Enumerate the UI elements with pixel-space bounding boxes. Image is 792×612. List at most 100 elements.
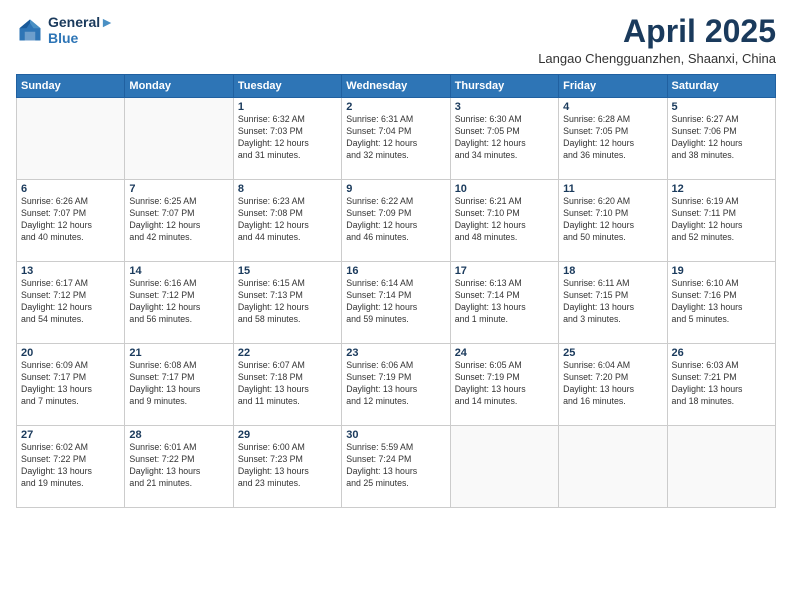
header-row: Sunday Monday Tuesday Wednesday Thursday…: [17, 75, 776, 98]
day-number: 21: [129, 347, 228, 359]
day-info: Sunrise: 6:00 AM Sunset: 7:23 PM Dayligh…: [238, 442, 337, 490]
day-info: Sunrise: 6:21 AM Sunset: 7:10 PM Dayligh…: [455, 196, 554, 244]
logo: General► Blue: [16, 14, 114, 46]
table-row: 8Sunrise: 6:23 AM Sunset: 7:08 PM Daylig…: [233, 180, 341, 262]
day-number: 27: [21, 429, 120, 441]
table-row: 16Sunrise: 6:14 AM Sunset: 7:14 PM Dayli…: [342, 262, 450, 344]
table-row: 10Sunrise: 6:21 AM Sunset: 7:10 PM Dayli…: [450, 180, 558, 262]
col-sunday: Sunday: [17, 75, 125, 98]
col-thursday: Thursday: [450, 75, 558, 98]
table-row: 14Sunrise: 6:16 AM Sunset: 7:12 PM Dayli…: [125, 262, 233, 344]
table-row: 25Sunrise: 6:04 AM Sunset: 7:20 PM Dayli…: [559, 344, 667, 426]
col-saturday: Saturday: [667, 75, 775, 98]
day-number: 23: [346, 347, 445, 359]
table-row: 7Sunrise: 6:25 AM Sunset: 7:07 PM Daylig…: [125, 180, 233, 262]
table-row: [667, 426, 775, 508]
table-row: 20Sunrise: 6:09 AM Sunset: 7:17 PM Dayli…: [17, 344, 125, 426]
table-row: 19Sunrise: 6:10 AM Sunset: 7:16 PM Dayli…: [667, 262, 775, 344]
table-row: 28Sunrise: 6:01 AM Sunset: 7:22 PM Dayli…: [125, 426, 233, 508]
table-row: 11Sunrise: 6:20 AM Sunset: 7:10 PM Dayli…: [559, 180, 667, 262]
day-info: Sunrise: 6:11 AM Sunset: 7:15 PM Dayligh…: [563, 278, 662, 326]
day-info: Sunrise: 6:04 AM Sunset: 7:20 PM Dayligh…: [563, 360, 662, 408]
location: Langao Chengguanzhen, Shaanxi, China: [538, 51, 776, 66]
day-info: Sunrise: 6:03 AM Sunset: 7:21 PM Dayligh…: [672, 360, 771, 408]
calendar-week-3: 13Sunrise: 6:17 AM Sunset: 7:12 PM Dayli…: [17, 262, 776, 344]
day-number: 9: [346, 183, 445, 195]
day-info: Sunrise: 6:20 AM Sunset: 7:10 PM Dayligh…: [563, 196, 662, 244]
day-info: Sunrise: 6:32 AM Sunset: 7:03 PM Dayligh…: [238, 114, 337, 162]
day-number: 11: [563, 183, 662, 195]
col-tuesday: Tuesday: [233, 75, 341, 98]
day-info: Sunrise: 6:01 AM Sunset: 7:22 PM Dayligh…: [129, 442, 228, 490]
day-number: 22: [238, 347, 337, 359]
table-row: [125, 98, 233, 180]
calendar-week-4: 20Sunrise: 6:09 AM Sunset: 7:17 PM Dayli…: [17, 344, 776, 426]
day-info: Sunrise: 6:13 AM Sunset: 7:14 PM Dayligh…: [455, 278, 554, 326]
day-info: Sunrise: 6:17 AM Sunset: 7:12 PM Dayligh…: [21, 278, 120, 326]
day-number: 28: [129, 429, 228, 441]
col-friday: Friday: [559, 75, 667, 98]
header: General► Blue April 2025 Langao Chenggua…: [16, 14, 776, 66]
day-info: Sunrise: 6:07 AM Sunset: 7:18 PM Dayligh…: [238, 360, 337, 408]
calendar-week-5: 27Sunrise: 6:02 AM Sunset: 7:22 PM Dayli…: [17, 426, 776, 508]
table-row: 2Sunrise: 6:31 AM Sunset: 7:04 PM Daylig…: [342, 98, 450, 180]
table-row: 12Sunrise: 6:19 AM Sunset: 7:11 PM Dayli…: [667, 180, 775, 262]
calendar-week-2: 6Sunrise: 6:26 AM Sunset: 7:07 PM Daylig…: [17, 180, 776, 262]
day-number: 5: [672, 101, 771, 113]
table-row: [17, 98, 125, 180]
day-number: 6: [21, 183, 120, 195]
day-number: 24: [455, 347, 554, 359]
day-info: Sunrise: 6:22 AM Sunset: 7:09 PM Dayligh…: [346, 196, 445, 244]
day-number: 20: [21, 347, 120, 359]
table-row: 13Sunrise: 6:17 AM Sunset: 7:12 PM Dayli…: [17, 262, 125, 344]
page: General► Blue April 2025 Langao Chenggua…: [0, 0, 792, 612]
day-info: Sunrise: 6:26 AM Sunset: 7:07 PM Dayligh…: [21, 196, 120, 244]
logo-icon: [16, 16, 44, 44]
day-number: 7: [129, 183, 228, 195]
day-info: Sunrise: 6:10 AM Sunset: 7:16 PM Dayligh…: [672, 278, 771, 326]
month-title: April 2025: [538, 14, 776, 49]
day-number: 26: [672, 347, 771, 359]
table-row: 15Sunrise: 6:15 AM Sunset: 7:13 PM Dayli…: [233, 262, 341, 344]
logo-text: General► Blue: [48, 14, 114, 46]
table-row: 21Sunrise: 6:08 AM Sunset: 7:17 PM Dayli…: [125, 344, 233, 426]
table-row: 26Sunrise: 6:03 AM Sunset: 7:21 PM Dayli…: [667, 344, 775, 426]
day-number: 15: [238, 265, 337, 277]
table-row: 27Sunrise: 6:02 AM Sunset: 7:22 PM Dayli…: [17, 426, 125, 508]
day-info: Sunrise: 6:02 AM Sunset: 7:22 PM Dayligh…: [21, 442, 120, 490]
table-row: 29Sunrise: 6:00 AM Sunset: 7:23 PM Dayli…: [233, 426, 341, 508]
day-number: 30: [346, 429, 445, 441]
day-info: Sunrise: 6:15 AM Sunset: 7:13 PM Dayligh…: [238, 278, 337, 326]
day-info: Sunrise: 6:08 AM Sunset: 7:17 PM Dayligh…: [129, 360, 228, 408]
day-number: 8: [238, 183, 337, 195]
day-number: 12: [672, 183, 771, 195]
day-number: 4: [563, 101, 662, 113]
table-row: 4Sunrise: 6:28 AM Sunset: 7:05 PM Daylig…: [559, 98, 667, 180]
table-row: 30Sunrise: 5:59 AM Sunset: 7:24 PM Dayli…: [342, 426, 450, 508]
table-row: 22Sunrise: 6:07 AM Sunset: 7:18 PM Dayli…: [233, 344, 341, 426]
day-info: Sunrise: 6:30 AM Sunset: 7:05 PM Dayligh…: [455, 114, 554, 162]
col-wednesday: Wednesday: [342, 75, 450, 98]
table-row: 5Sunrise: 6:27 AM Sunset: 7:06 PM Daylig…: [667, 98, 775, 180]
table-row: 9Sunrise: 6:22 AM Sunset: 7:09 PM Daylig…: [342, 180, 450, 262]
day-number: 19: [672, 265, 771, 277]
table-row: 6Sunrise: 6:26 AM Sunset: 7:07 PM Daylig…: [17, 180, 125, 262]
table-row: [450, 426, 558, 508]
table-row: 3Sunrise: 6:30 AM Sunset: 7:05 PM Daylig…: [450, 98, 558, 180]
day-number: 16: [346, 265, 445, 277]
day-info: Sunrise: 6:09 AM Sunset: 7:17 PM Dayligh…: [21, 360, 120, 408]
day-info: Sunrise: 6:19 AM Sunset: 7:11 PM Dayligh…: [672, 196, 771, 244]
title-block: April 2025 Langao Chengguanzhen, Shaanxi…: [538, 14, 776, 66]
day-info: Sunrise: 6:27 AM Sunset: 7:06 PM Dayligh…: [672, 114, 771, 162]
day-number: 3: [455, 101, 554, 113]
day-number: 17: [455, 265, 554, 277]
day-info: Sunrise: 6:05 AM Sunset: 7:19 PM Dayligh…: [455, 360, 554, 408]
calendar-week-1: 1Sunrise: 6:32 AM Sunset: 7:03 PM Daylig…: [17, 98, 776, 180]
col-monday: Monday: [125, 75, 233, 98]
day-info: Sunrise: 6:31 AM Sunset: 7:04 PM Dayligh…: [346, 114, 445, 162]
day-number: 13: [21, 265, 120, 277]
table-row: 17Sunrise: 6:13 AM Sunset: 7:14 PM Dayli…: [450, 262, 558, 344]
day-info: Sunrise: 6:16 AM Sunset: 7:12 PM Dayligh…: [129, 278, 228, 326]
day-info: Sunrise: 6:14 AM Sunset: 7:14 PM Dayligh…: [346, 278, 445, 326]
day-number: 25: [563, 347, 662, 359]
